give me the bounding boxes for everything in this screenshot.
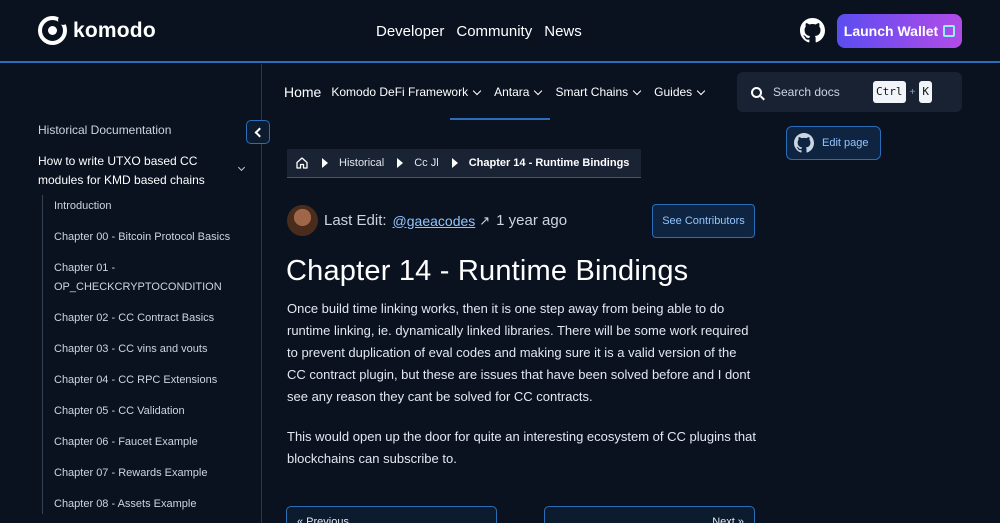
- home-icon[interactable]: [295, 156, 309, 170]
- top-nav-links: Developer Community News: [376, 23, 582, 40]
- previous-page-button[interactable]: « Previous: [286, 506, 497, 523]
- search-input[interactable]: Search docs: [773, 85, 873, 99]
- breadcrumb-item-cc[interactable]: Cc Jl: [414, 157, 438, 169]
- chevron-down-icon: [696, 86, 706, 95]
- search-docs-box[interactable]: Search docs Ctrl + K: [737, 72, 962, 112]
- komodo-logo-icon: [38, 15, 68, 45]
- sidebar-item-chapter-01[interactable]: Chapter 01 - OP_CHECKCRYPTOCONDITION: [43, 259, 223, 297]
- last-edit-time: 1 year ago: [496, 212, 568, 229]
- subnav-item-defi-framework[interactable]: Komodo DeFi Framework: [331, 85, 482, 99]
- subnav-home[interactable]: Home: [284, 84, 321, 100]
- breadcrumb-item-historical[interactable]: Historical: [339, 157, 384, 169]
- edit-page-label: Edit page: [822, 137, 869, 149]
- subnav-item-antara[interactable]: Antara: [494, 85, 543, 99]
- github-icon[interactable]: [800, 18, 825, 43]
- shortcut-key-k: K: [919, 81, 932, 103]
- github-icon: [794, 133, 814, 153]
- chevron-left-icon: [254, 127, 265, 137]
- sidebar-item-introduction[interactable]: Introduction: [43, 197, 252, 216]
- subnav-item-label: Antara: [494, 85, 530, 99]
- breadcrumb-current: Chapter 14 - Runtime Bindings: [468, 157, 630, 169]
- sidebar-section-utxo-cc[interactable]: How to write UTXO based CC modules for K…: [38, 152, 223, 190]
- launch-wallet-button[interactable]: Launch Wallet: [837, 14, 962, 48]
- author-link[interactable]: @gaeacodes: [393, 213, 476, 229]
- collapse-sidebar-button[interactable]: [246, 120, 270, 144]
- brand-name: komodo: [73, 18, 156, 42]
- launch-wallet-label: Launch Wallet: [843, 23, 939, 39]
- subnav-item-label: Guides: [654, 85, 693, 99]
- chevron-down-icon: [534, 86, 543, 95]
- nav-link-developer[interactable]: Developer: [376, 23, 444, 40]
- chevron-down-icon: [632, 86, 642, 95]
- sidebar-item-chapter-07[interactable]: Chapter 07 - Rewards Example: [43, 464, 252, 483]
- breadcrumb-separator-icon: [397, 158, 404, 168]
- arrow-up-right-icon: ↗: [479, 212, 491, 228]
- external-link-icon: [943, 25, 956, 37]
- sidebar-item-chapter-03[interactable]: Chapter 03 - CC vins and vouts: [43, 340, 252, 359]
- subnav-item-smart-chains[interactable]: Smart Chains: [555, 85, 642, 99]
- active-tab-indicator: [450, 118, 550, 120]
- last-edit-label: Last Edit:: [324, 212, 387, 229]
- top-navbar: komodo Developer Community News Launch W…: [0, 0, 1000, 63]
- subnav-item-label: Komodo DeFi Framework: [331, 85, 469, 99]
- next-page-button[interactable]: Next »: [544, 506, 755, 523]
- shortcut-key-ctrl: Ctrl: [873, 81, 906, 103]
- sidebar-item-chapter-05[interactable]: Chapter 05 - CC Validation: [43, 402, 252, 421]
- docs-sidebar: Historical Documentation How to write UT…: [0, 64, 270, 523]
- breadcrumb-separator-icon: [322, 158, 328, 168]
- nav-link-news[interactable]: News: [544, 23, 582, 40]
- sidebar-item-chapter-00[interactable]: Chapter 00 - Bitcoin Protocol Basics: [43, 228, 252, 247]
- see-contributors-button[interactable]: See Contributors: [652, 204, 755, 238]
- sidebar-item-chapter-08[interactable]: Chapter 08 - Assets Example: [43, 495, 252, 514]
- page-title: Chapter 14 - Runtime Bindings: [286, 255, 689, 287]
- breadcrumb: Historical Cc Jl Chapter 14 - Runtime Bi…: [287, 149, 641, 178]
- subnav-item-guides[interactable]: Guides: [654, 85, 706, 99]
- sidebar-chapter-list: Introduction Chapter 00 - Bitcoin Protoc…: [42, 195, 252, 514]
- shortcut-plus: +: [909, 86, 916, 98]
- subnav-item-label: Smart Chains: [555, 85, 629, 99]
- chevron-down-icon: [472, 86, 482, 95]
- docs-subnav: Home Komodo DeFi Framework Antara Smart …: [284, 84, 718, 100]
- last-edit-row: Last Edit: @gaeacodes ↗ 1 year ago: [287, 205, 567, 236]
- nav-link-community[interactable]: Community: [456, 23, 532, 40]
- sidebar-item-chapter-04[interactable]: Chapter 04 - CC RPC Extensions: [43, 371, 252, 390]
- komodo-logo[interactable]: komodo: [38, 15, 156, 45]
- sidebar-item-chapter-02[interactable]: Chapter 02 - CC Contract Basics: [43, 309, 252, 328]
- edit-page-button[interactable]: Edit page: [786, 126, 881, 160]
- breadcrumb-separator-icon: [451, 158, 458, 168]
- article-paragraph: Once build time linking works, then it i…: [287, 301, 751, 404]
- chevron-down-icon[interactable]: [237, 163, 246, 172]
- author-avatar: [287, 205, 318, 236]
- sidebar-title[interactable]: Historical Documentation: [38, 123, 171, 137]
- article-paragraph: This would open up the door for quite an…: [287, 429, 756, 466]
- sidebar-item-chapter-06[interactable]: Chapter 06 - Faucet Example: [43, 433, 252, 452]
- search-icon: [751, 86, 762, 98]
